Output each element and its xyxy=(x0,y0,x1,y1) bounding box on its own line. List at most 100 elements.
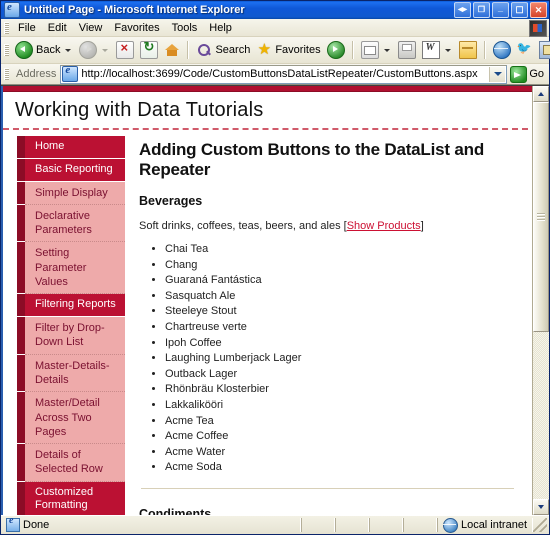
list-item: Chai Tea xyxy=(165,242,516,258)
edit-in-word-button[interactable] xyxy=(419,38,456,62)
list-item: Ipoh Coffee xyxy=(165,336,516,352)
security-zone-cell[interactable]: Local intranet xyxy=(437,518,533,532)
list-item: Chartreuse verte xyxy=(165,320,516,336)
discuss-icon xyxy=(459,41,477,59)
print-button[interactable] xyxy=(395,38,419,62)
status-blank-cell-3 xyxy=(369,518,403,532)
zone-globe-icon xyxy=(443,518,458,533)
sidebar-item-master-detail-across-two-pages[interactable]: Master/Detail Across Two Pages xyxy=(25,392,125,444)
mail-chevron-down-icon[interactable] xyxy=(384,49,390,52)
status-text: Done xyxy=(23,519,49,531)
sidebar-item-filtering-reports[interactable]: Filtering Reports xyxy=(25,294,125,317)
mail-icon xyxy=(361,41,379,59)
sidebar-item-simple-display[interactable]: Simple Display xyxy=(25,182,125,205)
status-bar: Done Local intranet xyxy=(1,515,549,534)
product-list-beverages: Chai Tea Chang Guaraná Fantástica Sasqua… xyxy=(139,242,516,476)
category-description-beverages: Soft drinks, coffees, teas, beers, and a… xyxy=(139,219,516,234)
list-item: Outback Lager xyxy=(165,367,516,383)
windows-logo-icon xyxy=(529,20,547,37)
messenger-button[interactable] xyxy=(514,38,536,62)
scrollbar-thumb[interactable] xyxy=(533,102,549,332)
back-history-chevron-down-icon[interactable] xyxy=(65,49,71,52)
research-icon xyxy=(539,41,550,59)
page-scrollbar[interactable] xyxy=(532,86,549,515)
address-drag-grip[interactable] xyxy=(4,68,9,80)
home-button[interactable] xyxy=(161,38,183,62)
go-button-label: Go xyxy=(529,68,544,80)
stop-icon xyxy=(116,41,134,59)
mail-button[interactable] xyxy=(358,38,395,62)
scroll-down-button[interactable] xyxy=(533,499,549,515)
restore-window-button[interactable]: ❐ xyxy=(473,2,490,18)
sidebar-item-details-of-selected-row[interactable]: Details of Selected Row xyxy=(25,444,125,482)
edit-in-word-icon xyxy=(422,41,440,59)
research-button[interactable] xyxy=(536,38,550,62)
menu-item-edit[interactable]: Edit xyxy=(42,21,73,35)
refresh-button[interactable] xyxy=(137,38,161,62)
sidebar: Home Basic Reporting Simple Display Decl… xyxy=(3,130,125,515)
menu-bar: File Edit View Favorites Tools Help xyxy=(1,19,549,37)
sidebar-item-customized-formatting[interactable]: Customized Formatting xyxy=(25,482,125,515)
go-button[interactable]: Go xyxy=(507,66,549,83)
sidebar-item-filter-by-drop-down-list[interactable]: Filter by Drop-Down List xyxy=(25,317,125,355)
sidebar-item-basic-reporting[interactable]: Basic Reporting xyxy=(25,159,125,182)
list-item: Steeleye Stout xyxy=(165,304,516,320)
sidebar-item-setting-parameter-values[interactable]: Setting Parameter Values xyxy=(25,242,125,294)
sidebar-item-declarative-parameters[interactable]: Declarative Parameters xyxy=(25,205,125,243)
list-item: Sasquatch Ale xyxy=(165,289,516,305)
menu-item-help[interactable]: Help xyxy=(203,21,238,35)
maximize-button[interactable]: ☐ xyxy=(511,2,528,18)
list-item: Acme Water xyxy=(165,445,516,461)
list-item: Rhönbräu Klosterbier xyxy=(165,382,516,398)
restore-group-glyph: ◀▶ xyxy=(458,7,467,13)
sidebar-item-master-details-details[interactable]: Master-Details-Details xyxy=(25,355,125,393)
main-content: Adding Custom Buttons to the DataList an… xyxy=(125,130,532,515)
resize-grip[interactable] xyxy=(533,518,547,532)
back-button-label: Back xyxy=(36,44,60,56)
site-title: Working with Data Tutorials xyxy=(15,99,528,122)
search-icon xyxy=(196,42,212,58)
page-favicon-icon xyxy=(62,66,78,82)
address-chevron-down-icon[interactable] xyxy=(489,67,505,82)
zone-label: Local intranet xyxy=(461,519,527,531)
menu-item-favorites[interactable]: Favorites xyxy=(108,21,165,35)
category-heading-beverages: Beverages xyxy=(139,194,516,208)
toolbar-drag-grip[interactable] xyxy=(4,44,9,56)
edit-chevron-down-icon[interactable] xyxy=(445,49,451,52)
page-body: Home Basic Reporting Simple Display Decl… xyxy=(3,130,532,515)
forward-history-chevron-down-icon[interactable] xyxy=(102,49,108,52)
list-item: Chang xyxy=(165,258,516,274)
ie-page-icon xyxy=(4,2,20,18)
discuss-button[interactable] xyxy=(456,38,480,62)
toolbar-separator xyxy=(352,41,354,59)
restore-group-button[interactable]: ◀▶ xyxy=(454,2,471,18)
show-products-link-beverages[interactable]: Show Products xyxy=(347,220,421,232)
menu-item-file[interactable]: File xyxy=(12,21,42,35)
refresh-icon xyxy=(140,41,158,59)
minimize-button[interactable]: _ xyxy=(492,2,509,18)
menu-item-view[interactable]: View xyxy=(73,21,109,35)
main-toolbar: Back Search Favorites xyxy=(1,37,549,64)
menu-drag-grip[interactable] xyxy=(4,22,9,34)
link-bracket-close: ] xyxy=(421,220,424,232)
sidebar-nav: Home Basic Reporting Simple Display Decl… xyxy=(17,136,125,515)
search-button[interactable]: Search xyxy=(193,38,253,62)
globe-button[interactable] xyxy=(490,38,514,62)
favorites-star-icon xyxy=(256,42,272,58)
close-button[interactable]: ✕ xyxy=(530,2,547,18)
stop-button[interactable] xyxy=(113,38,137,62)
sidebar-item-home[interactable]: Home xyxy=(25,136,125,159)
menu-item-tools[interactable]: Tools xyxy=(166,21,204,35)
favorites-button[interactable]: Favorites xyxy=(253,38,323,62)
minimize-glyph: _ xyxy=(498,4,503,13)
toolbar-separator xyxy=(484,41,486,59)
back-button[interactable]: Back xyxy=(12,38,76,62)
status-message-cell: Done xyxy=(1,518,301,532)
address-input[interactable]: http://localhost:3699/Code/CustomButtons… xyxy=(60,65,507,84)
scrollbar-track[interactable] xyxy=(533,102,549,499)
scroll-up-button[interactable] xyxy=(533,86,549,102)
close-glyph: ✕ xyxy=(535,6,543,15)
home-icon xyxy=(164,42,180,58)
media-button[interactable] xyxy=(324,38,348,62)
forward-button[interactable] xyxy=(76,38,113,62)
